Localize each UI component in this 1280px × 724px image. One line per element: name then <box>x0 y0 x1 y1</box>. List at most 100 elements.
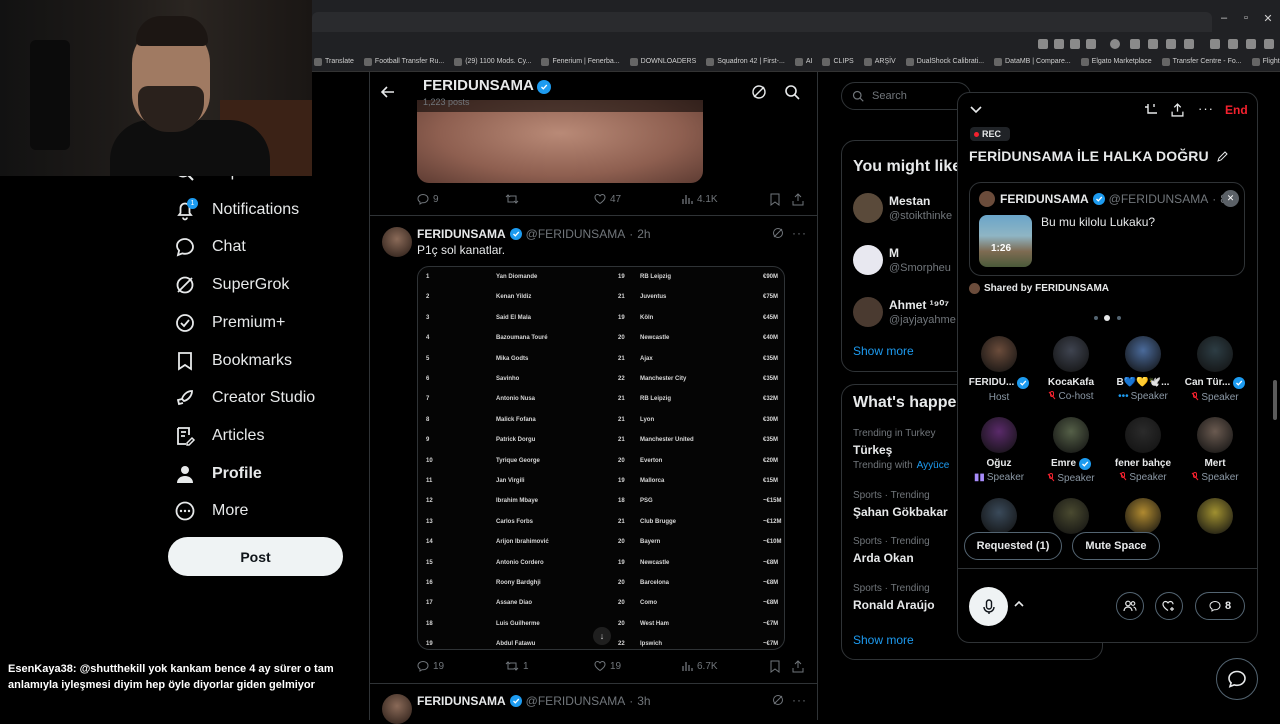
bookmark-icon[interactable] <box>769 193 781 206</box>
post-timestamp[interactable]: 3h <box>637 694 650 708</box>
puzzle-icon[interactable] <box>1184 39 1194 49</box>
views-button[interactable]: 4.1K <box>681 193 718 205</box>
repost-button[interactable] <box>505 193 519 205</box>
scroll-down-icon[interactable]: ↓ <box>593 627 611 645</box>
sidebar-item-articles[interactable]: Articles <box>174 419 264 453</box>
avatar[interactable] <box>853 297 883 327</box>
post-image[interactable] <box>417 100 703 183</box>
bookmark-item[interactable]: DOWNLOADERS <box>629 57 696 66</box>
comments-button[interactable]: 8 <box>1195 592 1245 620</box>
carousel-dot[interactable] <box>1117 316 1121 320</box>
sidebar-item-profile[interactable]: Profile <box>174 457 262 491</box>
bookmark-icon[interactable] <box>769 660 781 673</box>
end-space-button[interactable]: End <box>1225 103 1248 117</box>
sidebar-item-more[interactable]: More <box>174 494 248 528</box>
post-author-name[interactable]: FERIDUNSAMA <box>417 227 506 241</box>
space-participant[interactable]: Can Tür... Speaker <box>1180 336 1250 403</box>
bookmark-item[interactable]: Elgato Marketplace <box>1080 57 1152 66</box>
page-scrollbar[interactable] <box>1273 380 1277 420</box>
bookmark-item[interactable]: Fenerium | Fenerba... <box>541 57 620 66</box>
follow-name[interactable]: M <box>889 246 899 260</box>
like-button[interactable]: 47 <box>594 193 621 205</box>
grok-icon[interactable] <box>772 227 784 239</box>
search-icon[interactable] <box>784 84 800 100</box>
browser-tab-strip[interactable] <box>312 12 1212 32</box>
show-more-link[interactable]: Show more <box>853 633 914 647</box>
more-options-icon[interactable]: ··· <box>792 226 807 240</box>
extension-icon[interactable] <box>1148 39 1158 49</box>
profile-icon[interactable] <box>1228 39 1238 49</box>
carousel-dot-active[interactable] <box>1104 315 1110 321</box>
avatar[interactable] <box>853 245 883 275</box>
space-participant[interactable]: KocaKafa Co-host <box>1036 336 1106 402</box>
reactions-button[interactable] <box>1155 592 1183 620</box>
transfer-table-image[interactable]: 1 Yan Diomande 19 RB Leipzig €90M 2 Kenan Yild… <box>417 266 785 650</box>
space-participant[interactable] <box>1108 498 1178 534</box>
bookmark-item[interactable]: Football Transfer Ru... <box>363 57 444 66</box>
account-icon[interactable] <box>1110 39 1120 49</box>
carousel-dot[interactable] <box>1094 316 1098 320</box>
space-participant[interactable] <box>964 498 1034 534</box>
sidebar-item-creator-studio[interactable]: Creator Studio <box>174 381 315 415</box>
follow-name[interactable]: Mestan <box>889 194 930 208</box>
space-participant[interactable]: Emre Speaker <box>1036 417 1106 484</box>
shared-video-thumbnail[interactable] <box>979 215 1032 267</box>
more-options-icon[interactable]: ··· <box>1198 101 1214 116</box>
requested-button[interactable]: Requested (1) <box>964 532 1062 560</box>
zoom-icon[interactable] <box>1054 39 1064 49</box>
reply-button[interactable]: 19 <box>417 660 444 672</box>
bookmark-item[interactable]: AI <box>794 57 812 66</box>
like-button[interactable]: 19 <box>594 660 621 672</box>
sidebar-item-chat[interactable]: Chat <box>174 230 246 264</box>
minimize-icon[interactable]: – <box>1214 12 1234 28</box>
show-more-link[interactable]: Show more <box>853 344 914 358</box>
bookmark-item[interactable]: Translate <box>314 57 354 66</box>
close-icon[interactable]: ✕ <box>1222 190 1239 207</box>
bookmark-item[interactable]: CLIPS <box>822 57 854 66</box>
space-participant[interactable]: fener bahçe Speaker <box>1108 417 1178 483</box>
avatar[interactable] <box>382 227 412 257</box>
translate-icon[interactable] <box>1038 39 1048 49</box>
space-participant[interactable]: Oğuz ▮▮ Speaker <box>964 417 1034 483</box>
bookmark-item[interactable]: Squadron 42 | First-... <box>706 57 785 66</box>
post-timestamp[interactable]: 2h <box>637 227 650 241</box>
bookmark-item[interactable]: ARŞİV <box>863 57 896 66</box>
bookmark-item[interactable]: Flightradar24: Live F... <box>1251 57 1280 66</box>
bookmark-item[interactable]: DataMB | Compare... <box>994 57 1071 66</box>
grok-icon[interactable] <box>751 84 767 100</box>
views-button[interactable]: 6.7K <box>681 660 718 672</box>
post-author-handle[interactable]: @FERIDUNSAMA <box>526 694 626 708</box>
chrome-icon[interactable] <box>1246 39 1256 49</box>
avatar[interactable] <box>853 193 883 223</box>
collapse-chevron-icon[interactable] <box>969 104 983 116</box>
trend-name[interactable]: Şahan Gökbakar <box>853 505 948 519</box>
reply-button[interactable]: 9 <box>417 193 439 205</box>
post-author-name[interactable]: FERIDUNSAMA <box>417 694 506 708</box>
space-participant[interactable]: B💙💛🕊️... ••• Speaker <box>1108 336 1178 402</box>
minimize-space-icon[interactable] <box>1144 103 1158 117</box>
back-arrow-icon[interactable] <box>380 84 396 100</box>
share-icon[interactable] <box>792 193 804 206</box>
messages-fab[interactable] <box>1216 658 1258 700</box>
menu-icon[interactable] <box>1264 39 1274 49</box>
bookmark-item[interactable]: Transfer Centre - Fo... <box>1161 57 1242 66</box>
more-options-icon[interactable]: ··· <box>792 693 807 707</box>
sidebar-item-supergrok[interactable]: SuperGrok <box>174 268 289 302</box>
trend-name[interactable]: Türkeş <box>853 443 892 457</box>
follow-name[interactable]: Ahmet ¹⁹⁰⁷ <box>889 298 949 312</box>
bookmark-item[interactable]: (29) 1100 Mods. Cy... <box>454 57 531 66</box>
share-icon[interactable] <box>1171 103 1184 117</box>
post-button[interactable]: Post <box>168 537 343 576</box>
maximize-icon[interactable]: ▫ <box>1236 12 1256 28</box>
share-icon[interactable] <box>792 660 804 673</box>
repost-button[interactable]: 1 <box>505 660 529 672</box>
download-icon[interactable] <box>1210 39 1220 49</box>
cast-icon[interactable] <box>1086 39 1096 49</box>
post-author-handle[interactable]: @FERIDUNSAMA <box>526 227 626 241</box>
sidebar-item-premium-[interactable]: Premium+ <box>174 306 285 340</box>
space-participant[interactable]: FERIDU... Host <box>964 336 1034 403</box>
grok-icon[interactable] <box>772 694 784 706</box>
screenshot-icon[interactable] <box>1070 39 1080 49</box>
chevron-up-icon[interactable] <box>1013 599 1025 609</box>
mute-space-button[interactable]: Mute Space <box>1072 532 1160 560</box>
